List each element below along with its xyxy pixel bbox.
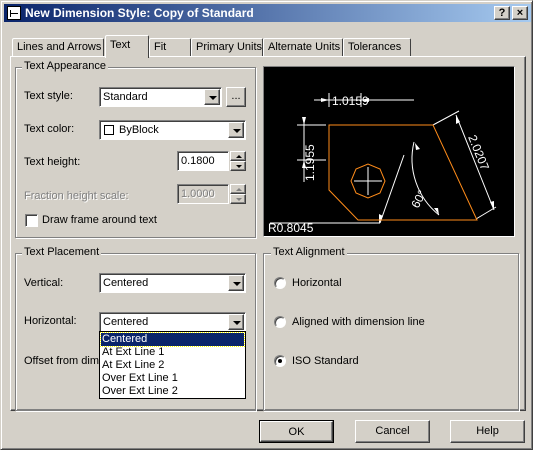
text-height-input[interactable]: 0.1800 <box>177 151 229 171</box>
dialog-title: New Dimension Style: Copy of Standard <box>25 6 254 20</box>
align-iso-standard-label[interactable]: ISO Standard <box>292 355 359 367</box>
vertical-combo[interactable]: Centered <box>99 273 246 293</box>
preview-dim-radius: R0.8045 <box>268 221 314 235</box>
dropdown-option[interactable]: Over Ext Line 2 <box>101 385 244 398</box>
vertical-value: Centered <box>103 277 149 289</box>
help-label: Help <box>476 425 499 437</box>
chevron-down-icon[interactable] <box>228 122 244 138</box>
app-icon <box>7 6 21 20</box>
spin-up-icon[interactable] <box>230 151 246 161</box>
color-swatch <box>104 125 114 135</box>
align-dimension-line-radio[interactable] <box>274 316 286 328</box>
tab-fit[interactable]: Fit <box>149 38 191 57</box>
tab-label: Lines and Arrows <box>17 41 102 53</box>
ok-button[interactable]: OK <box>259 420 334 443</box>
align-iso-standard-radio[interactable] <box>274 355 286 367</box>
chevron-down-icon[interactable] <box>228 314 244 330</box>
help-button[interactable]: Help <box>450 420 525 443</box>
draw-frame-label[interactable]: Draw frame around text <box>42 214 157 226</box>
tab-text[interactable]: Text <box>105 35 149 58</box>
dropdown-option[interactable]: At Ext Line 2 <box>101 359 244 372</box>
horizontal-dropdown-list[interactable]: Centered At Ext Line 1 At Ext Line 2 Ove… <box>99 331 246 399</box>
draw-frame-checkbox[interactable] <box>25 214 38 227</box>
tab-primary-units[interactable]: Primary Units <box>191 38 263 57</box>
preview-dim-right: 2.0207 <box>465 133 492 173</box>
align-horizontal-radio[interactable] <box>274 277 286 289</box>
text-height-value: 0.1800 <box>181 155 215 167</box>
preview-dim-angle: 60° <box>408 188 429 211</box>
preview-dim-left: 1.1955 <box>303 144 317 181</box>
cancel-label: Cancel <box>375 425 410 437</box>
offset-label: Offset from dim l <box>24 355 105 367</box>
tab-lines-and-arrows[interactable]: Lines and Arrows <box>12 38 104 57</box>
help-title-button[interactable]: ? <box>494 6 510 20</box>
tab-label: Tolerances <box>348 41 402 53</box>
text-color-combo[interactable]: ByBlock <box>99 120 246 140</box>
horizontal-value: Centered <box>103 316 149 328</box>
tab-label: Text <box>110 39 131 51</box>
chevron-down-icon[interactable] <box>228 275 244 291</box>
align-dimension-line-label[interactable]: Aligned with dimension line <box>292 316 425 328</box>
tab-label: Primary Units <box>196 41 263 53</box>
fraction-height-value: 1.0000 <box>181 188 215 200</box>
preview-dim-top: 1.0159 <box>332 94 369 108</box>
cancel-button[interactable]: Cancel <box>355 420 430 443</box>
vertical-label: Vertical: <box>24 277 64 289</box>
dimension-preview: 1.0159 1.1955 2.0207 60° R0.8045 <box>263 66 515 237</box>
fraction-height-input[interactable]: 1.0000 <box>177 184 229 204</box>
text-height-label: Text height: <box>24 156 81 168</box>
text-style-combo[interactable]: Standard <box>99 87 222 107</box>
preview-drawing: 1.0159 1.1955 2.0207 60° R0.8045 <box>268 93 497 235</box>
text-style-label: Text style: <box>24 90 73 102</box>
text-height-spinner[interactable] <box>230 151 246 171</box>
align-horizontal-label[interactable]: Horizontal <box>292 277 342 289</box>
horizontal-label: Horizontal: <box>24 315 77 327</box>
chevron-down-icon[interactable] <box>204 89 220 105</box>
text-color-value: ByBlock <box>119 124 159 136</box>
tab-alternate-units[interactable]: Alternate Units <box>263 38 343 57</box>
close-button[interactable]: × <box>512 6 528 20</box>
horizontal-combo[interactable]: Centered <box>99 312 246 332</box>
ok-label: OK <box>288 426 305 438</box>
dropdown-option[interactable]: At Ext Line 1 <box>101 346 244 359</box>
text-alignment-heading: Text Alignment <box>271 246 347 258</box>
dropdown-option[interactable]: Centered <box>100 332 245 347</box>
spin-down-icon[interactable] <box>230 194 246 204</box>
tab-label: Fit <box>154 41 167 53</box>
spin-down-icon[interactable] <box>230 161 246 171</box>
text-style-browse-button[interactable]: ... <box>226 87 246 107</box>
fraction-height-spinner[interactable] <box>230 184 246 204</box>
title-bar[interactable]: New Dimension Style: Copy of Standard ? … <box>4 4 531 22</box>
dropdown-option[interactable]: Over Ext Line 1 <box>101 372 244 385</box>
tab-tolerances[interactable]: Tolerances <box>343 38 411 57</box>
tab-label: Alternate Units <box>268 41 341 53</box>
text-color-label: Text color: <box>24 123 75 135</box>
text-style-value: Standard <box>103 91 148 103</box>
spin-up-icon[interactable] <box>230 184 246 194</box>
fraction-height-label: Fraction height scale: <box>24 190 129 202</box>
text-appearance-heading: Text Appearance <box>22 60 108 72</box>
text-placement-heading: Text Placement <box>22 246 102 258</box>
dialog-window: New Dimension Style: Copy of Standard ? … <box>0 0 533 450</box>
